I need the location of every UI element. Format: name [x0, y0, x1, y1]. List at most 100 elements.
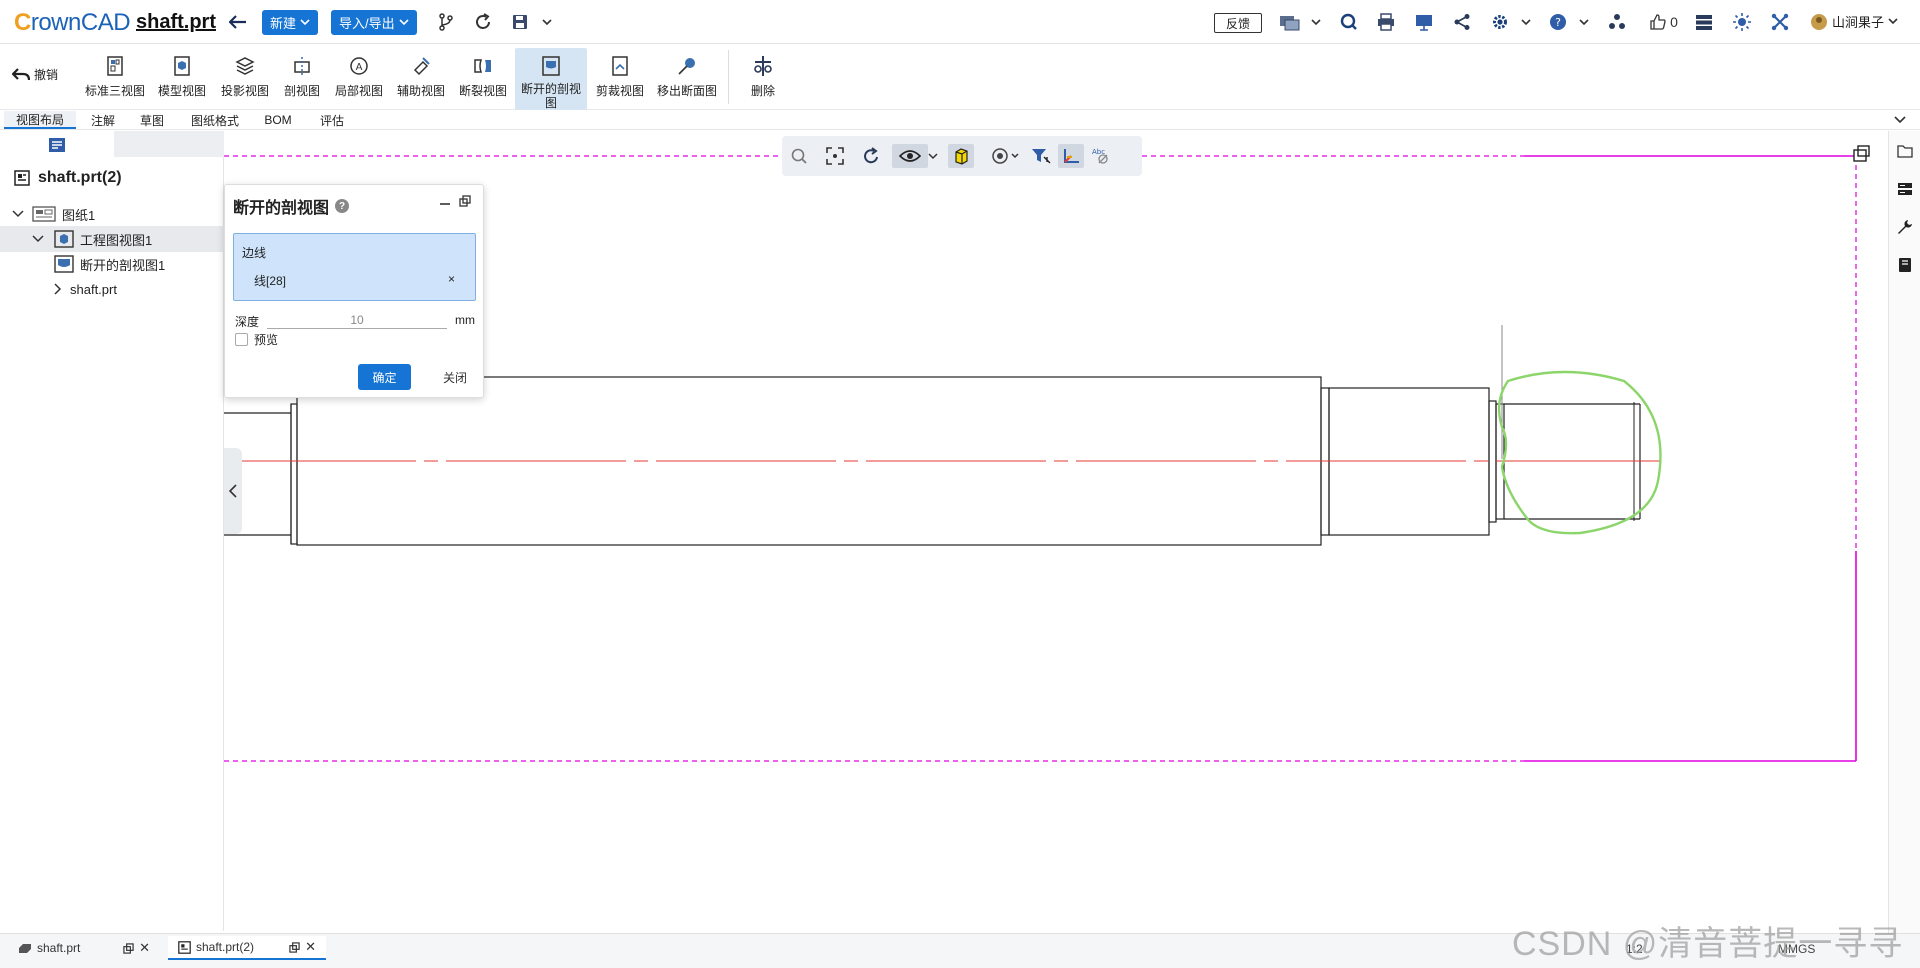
tree-root[interactable]: shaft.prt(2) — [14, 169, 122, 187]
delete-tool[interactable]: 删除 — [742, 48, 784, 110]
close-tab-icon[interactable]: ✕ — [139, 940, 150, 956]
remove-selection-button[interactable]: × — [448, 272, 455, 286]
chevron-down-icon[interactable] — [32, 235, 44, 243]
tree-item-broken-section[interactable]: 断开的剖视图1 — [0, 251, 224, 277]
right-sidebar — [1888, 131, 1920, 933]
section-view-tool[interactable]: 剖视图 — [280, 48, 324, 110]
help-icon[interactable]: ? — [335, 199, 350, 213]
import-export-button[interactable]: 导入/导出 — [331, 10, 417, 35]
dialog-title: 断开的剖视图 ? — [233, 194, 350, 218]
zoom-area-icon[interactable] — [786, 144, 812, 168]
sheet-icon — [32, 206, 56, 222]
help-circle-icon[interactable]: ? — [1546, 10, 1570, 34]
detail-view-tool[interactable]: A 局部视图 — [330, 48, 388, 110]
broken-out-section-tool[interactable]: 断开的剖视图 — [515, 48, 587, 110]
tree-item-drawing-view[interactable]: 工程图视图1 — [0, 226, 224, 252]
save-menu-chevron-icon[interactable] — [535, 10, 559, 34]
float-window-icon[interactable] — [459, 194, 471, 212]
shaded-display-icon[interactable] — [948, 144, 974, 168]
tab-bom[interactable]: BOM — [256, 111, 300, 129]
doc-tab-label: shaft.prt — [37, 941, 81, 955]
preview-row: 预览 — [235, 331, 278, 348]
print-icon[interactable] — [1374, 10, 1398, 34]
collapse-panel-handle[interactable] — [224, 448, 242, 534]
presentation-icon[interactable] — [1412, 10, 1436, 34]
collapse-ribbon-chevron-icon[interactable] — [1888, 108, 1912, 132]
removed-section-tool[interactable]: 移出断面图 — [652, 48, 722, 110]
sketch-spline[interactable] — [1497, 370, 1662, 535]
section-display-icon[interactable] — [986, 144, 1024, 168]
feedback-button[interactable]: 反馈 — [1214, 13, 1262, 33]
tree-item-part[interactable]: shaft.prt — [0, 276, 224, 302]
like-button[interactable]: 0 — [1644, 10, 1684, 34]
standard-three-view-tool[interactable]: 标准三视图 — [82, 48, 148, 110]
save-icon[interactable] — [508, 10, 532, 34]
document-filename[interactable]: shaft.prt — [136, 11, 216, 34]
tab-sheet-format[interactable]: 图纸格式 — [184, 111, 246, 129]
tool-label: 移出断面图 — [656, 84, 717, 98]
refresh-icon[interactable] — [471, 10, 495, 34]
back-arrow-icon[interactable] — [226, 10, 250, 34]
settings-chevron-icon[interactable] — [1514, 10, 1538, 34]
preview-checkbox[interactable] — [235, 333, 248, 346]
auxiliary-view-icon — [413, 57, 430, 76]
model-view-tool[interactable]: 模型视图 — [152, 48, 212, 110]
wrench-icon[interactable] — [1895, 217, 1915, 237]
coordinate-axes-icon[interactable] — [1058, 144, 1084, 168]
chevron-right-icon[interactable] — [54, 283, 62, 295]
broken-out-section-icon — [542, 56, 560, 76]
close-button[interactable]: 关闭 — [433, 364, 477, 390]
tree-view-icon[interactable] — [48, 137, 66, 158]
user-menu[interactable]: 山涧果子 — [1810, 12, 1898, 31]
chevron-down-icon[interactable] — [12, 210, 24, 218]
settings-gear-icon[interactable] — [1488, 10, 1512, 34]
search-icon[interactable] — [1337, 10, 1361, 34]
undo-button[interactable]: 撤销 — [12, 66, 58, 83]
help-chevron-icon[interactable] — [1572, 10, 1596, 34]
view-restore-icon[interactable] — [1853, 145, 1870, 162]
properties-icon[interactable] — [1895, 179, 1915, 199]
annotation-display-icon[interactable]: Abc — [1088, 144, 1114, 168]
folder-icon[interactable] — [1895, 141, 1915, 161]
new-button[interactable]: 新建 — [262, 10, 319, 35]
top-bar: CrownCAD shaft.prt 新建 导入/导出 反馈 ? 0 山涧果子 — [0, 0, 1920, 44]
rotate-view-icon[interactable] — [858, 144, 884, 168]
selection-filter-icon[interactable] — [1028, 144, 1054, 168]
depth-label: 深度 — [235, 315, 260, 329]
edge-selection-box[interactable]: 边线 线[28] × — [233, 233, 476, 301]
tab-view-layout[interactable]: 视图布局 — [4, 111, 76, 129]
minimize-icon[interactable] — [439, 195, 451, 213]
share-icon[interactable] — [1450, 10, 1474, 34]
crop-view-tool[interactable]: 剪裁视图 — [592, 48, 648, 110]
tab-annotation[interactable]: 注解 — [82, 111, 124, 129]
selected-edge-item[interactable]: 线[28] — [254, 272, 286, 289]
layers-icon[interactable] — [1692, 10, 1716, 34]
plugins-icon[interactable] — [1768, 10, 1792, 34]
branch-icon[interactable] — [434, 10, 458, 34]
community-icon[interactable] — [1605, 10, 1629, 34]
doc-tab-part[interactable]: shaft.prt ✕ — [8, 936, 160, 960]
section-view-icon — [294, 57, 310, 75]
zoom-fit-icon[interactable] — [822, 144, 848, 168]
ok-button[interactable]: 确定 — [358, 364, 411, 390]
visibility-chevron-icon[interactable] — [926, 144, 940, 168]
display-mode-icon[interactable] — [1278, 10, 1302, 34]
crowncad-logo[interactable]: CrownCAD — [14, 9, 131, 37]
tab-sketch[interactable]: 草图 — [132, 111, 172, 129]
float-window-icon[interactable] — [289, 941, 300, 953]
projection-view-tool[interactable]: 投影视图 — [216, 48, 274, 110]
auxiliary-view-tool[interactable]: 辅助视图 — [392, 48, 450, 110]
tab-evaluate[interactable]: 评估 — [310, 111, 354, 129]
broken-view-tool[interactable]: 断裂视图 — [454, 48, 512, 110]
display-mode-chevron-icon[interactable] — [1304, 10, 1328, 34]
standard-three-view-icon — [107, 56, 123, 76]
panel-tab-inactive[interactable] — [114, 131, 224, 157]
theme-sun-icon[interactable] — [1730, 10, 1754, 34]
visibility-eye-icon[interactable] — [892, 144, 928, 168]
tree-item-sheet[interactable]: 图纸1 — [0, 201, 224, 227]
doc-tab-drawing[interactable]: shaft.prt(2) ✕ — [168, 936, 326, 960]
float-window-icon[interactable] — [123, 942, 134, 954]
depth-input[interactable] — [267, 311, 447, 329]
library-book-icon[interactable] — [1895, 255, 1915, 275]
close-tab-icon[interactable]: ✕ — [305, 939, 316, 955]
